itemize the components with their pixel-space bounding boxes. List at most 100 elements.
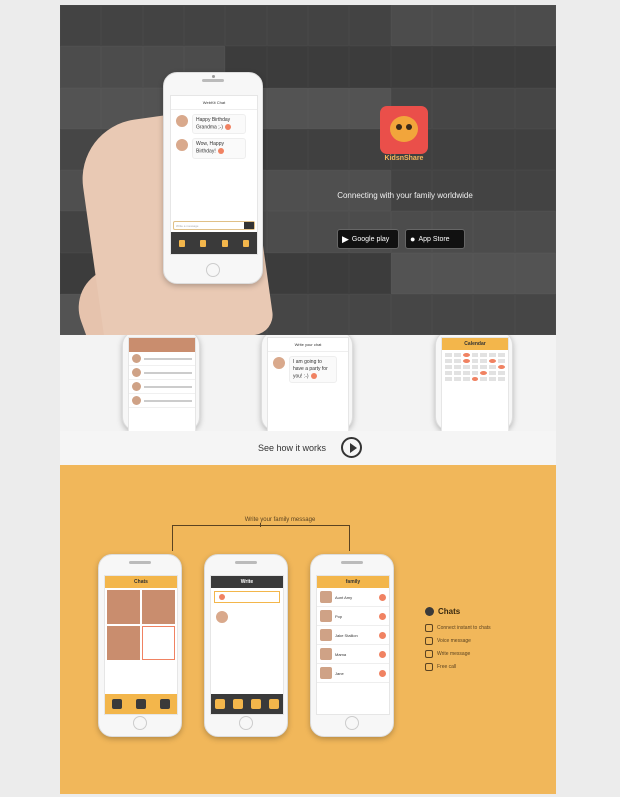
avatar xyxy=(320,610,332,622)
check-icon[interactable] xyxy=(379,650,386,658)
tab-icon[interactable] xyxy=(112,699,122,709)
family-name: Mama xyxy=(335,651,347,657)
calendar-day[interactable] xyxy=(462,371,470,375)
calendar-day[interactable] xyxy=(453,359,461,363)
check-icon[interactable] xyxy=(379,612,386,620)
speaker-slot xyxy=(235,561,257,564)
calendar-day[interactable] xyxy=(480,377,488,381)
app-store-button[interactable]: ● App Store xyxy=(405,229,465,249)
calendar-day[interactable] xyxy=(489,377,497,381)
legend-item-label: Voice message xyxy=(437,638,471,644)
mic-icon[interactable] xyxy=(178,239,185,247)
header-photo xyxy=(129,338,195,352)
strip-phone-chat: Write your chat I am going to have a par… xyxy=(261,335,353,431)
calendar-day[interactable] xyxy=(445,365,452,369)
list-item xyxy=(129,394,195,408)
video-icon[interactable] xyxy=(221,239,228,247)
calendar-day[interactable] xyxy=(453,371,461,375)
chat-message xyxy=(211,606,283,624)
legend-item: Write message xyxy=(425,650,535,658)
calendar-day[interactable] xyxy=(453,353,461,357)
message-bubble: Happy Birthday Grandma ;-) xyxy=(192,114,246,135)
phone-icon[interactable] xyxy=(243,239,250,247)
heart-icon xyxy=(224,124,231,130)
camera-icon[interactable] xyxy=(136,699,146,709)
calendar-day[interactable] xyxy=(498,377,505,381)
calendar-day[interactable] xyxy=(453,377,461,381)
calendar-day[interactable] xyxy=(462,353,470,357)
calendar-day[interactable] xyxy=(471,359,479,363)
home-button xyxy=(239,716,253,730)
legend-item-label: Write message xyxy=(437,651,471,657)
brand-name: KidsnShare xyxy=(384,155,424,162)
calendar-day[interactable] xyxy=(471,353,479,357)
calendar-day[interactable] xyxy=(445,353,452,357)
family-row[interactable]: Aunt Amy xyxy=(317,588,389,607)
list-item xyxy=(129,380,195,394)
home-button xyxy=(345,716,359,730)
family-row[interactable]: Jake Stallion xyxy=(317,626,389,645)
calendar-day[interactable] xyxy=(489,371,497,375)
calendar-day[interactable] xyxy=(480,353,488,357)
strip-phone-calendar: Calendar xyxy=(435,335,513,431)
family-row[interactable]: Mama xyxy=(317,645,389,664)
message-preview xyxy=(214,591,280,603)
calendar-day[interactable] xyxy=(480,359,488,363)
send-button[interactable] xyxy=(244,222,254,229)
check-icon[interactable] xyxy=(379,593,386,601)
check-icon[interactable] xyxy=(379,631,386,639)
check-icon[interactable] xyxy=(379,669,386,677)
calendar-day[interactable] xyxy=(489,365,497,369)
message-input[interactable]: Write a message xyxy=(173,221,255,230)
avatar xyxy=(320,648,332,660)
family-photo[interactable] xyxy=(107,626,140,660)
calendar-day[interactable] xyxy=(445,371,452,375)
tab-icon[interactable] xyxy=(160,699,170,709)
google-play-button[interactable]: ▶ Google play xyxy=(337,229,399,249)
calendar-day[interactable] xyxy=(480,371,488,375)
calendar-day[interactable] xyxy=(445,377,452,381)
family-name: Jake Stallion xyxy=(335,632,358,638)
family-photo[interactable] xyxy=(142,590,175,624)
text-line xyxy=(144,371,192,374)
calendar-day[interactable] xyxy=(498,365,505,369)
list-item xyxy=(129,352,195,366)
calendar-day[interactable] xyxy=(489,353,497,357)
pen-icon[interactable] xyxy=(200,239,207,247)
calendar-day[interactable] xyxy=(462,365,470,369)
family-name: Pop xyxy=(335,613,343,619)
hero-phone: WebKit Chat Happy Birthday Grandma ;-) W… xyxy=(163,72,263,284)
calendar-day[interactable] xyxy=(471,377,479,381)
home-icon[interactable] xyxy=(142,626,175,660)
text-line xyxy=(144,399,192,402)
calendar-day[interactable] xyxy=(445,359,452,363)
connector-bracket xyxy=(172,525,350,551)
calendar-day[interactable] xyxy=(489,359,497,363)
page: WebKit Chat Happy Birthday Grandma ;-) W… xyxy=(60,5,556,794)
video-icon[interactable] xyxy=(251,699,261,709)
family-row[interactable]: Jane xyxy=(317,664,389,683)
how-it-works-label[interactable]: See how it works xyxy=(258,443,326,453)
calendar-day[interactable] xyxy=(480,365,488,369)
connect-icon xyxy=(425,624,433,632)
phone-icon[interactable] xyxy=(269,699,279,709)
family-photo[interactable] xyxy=(107,590,140,624)
pen-icon[interactable] xyxy=(233,699,243,709)
chat-bubble-icon xyxy=(425,607,434,616)
play-icon[interactable] xyxy=(341,437,362,458)
calendar-day[interactable] xyxy=(453,365,461,369)
calendar-day[interactable] xyxy=(462,359,470,363)
calendar-day[interactable] xyxy=(498,371,505,375)
calendar-day[interactable] xyxy=(462,377,470,381)
screens-strip: Write your chat I am going to have a par… xyxy=(60,335,556,431)
calendar-day[interactable] xyxy=(498,359,505,363)
mic-icon[interactable] xyxy=(215,699,225,709)
calendar-day[interactable] xyxy=(471,365,479,369)
family-name: Aunt Amy xyxy=(335,594,353,600)
app-store-label: App Store xyxy=(418,235,450,243)
family-row[interactable]: Pop xyxy=(317,607,389,626)
avatar xyxy=(132,368,141,377)
calendar-day[interactable] xyxy=(498,353,505,357)
tagline: Connecting with your family worldwide xyxy=(337,191,473,200)
calendar-day[interactable] xyxy=(471,371,479,375)
